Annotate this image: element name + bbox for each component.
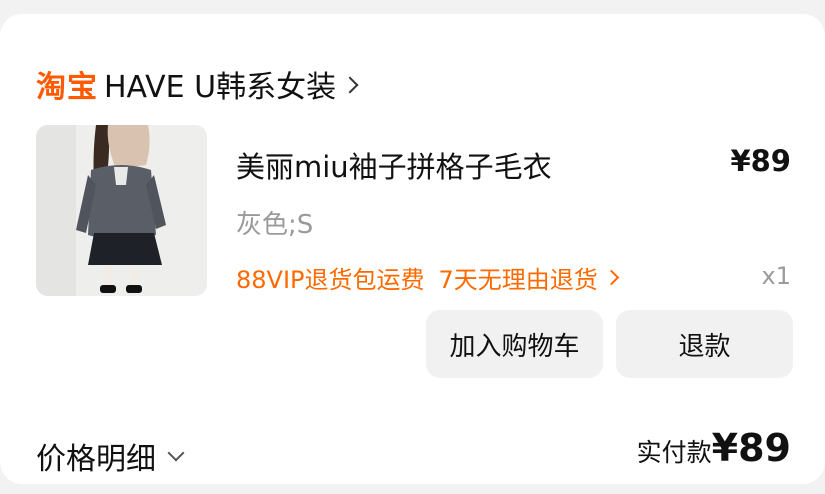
shop-name[interactable]: HAVE U韩系女装 (104, 62, 336, 106)
service-tag-return: 7天无理由退货 (438, 266, 598, 294)
product-price: ¥89 (730, 144, 791, 178)
service-tag-shipping: 88VIP退货包运费 (236, 266, 425, 294)
price-detail-label: 价格明细 (36, 442, 156, 477)
product-spec: 灰色;S (236, 210, 314, 240)
service-tags[interactable]: 88VIP退货包运费 7天无理由退货 (236, 260, 620, 295)
taobao-logo: 淘宝 (36, 70, 98, 105)
chevron-right-icon (341, 76, 359, 94)
product-photo-illustration (36, 125, 207, 296)
refund-button[interactable]: 退款 (616, 310, 793, 378)
paid-value: ¥89 (711, 426, 791, 470)
price-detail-toggle[interactable]: 价格明细 (36, 434, 185, 478)
quantity: x1 (761, 262, 791, 290)
paid-label: 实付款 (636, 438, 712, 467)
order-card: 淘宝 HAVE U韩系女装 美丽miu袖子拼格子毛衣 ¥89 灰色;S 88VI… (0, 14, 825, 484)
chevron-right-icon (603, 269, 620, 286)
shop-header[interactable]: 淘宝 HAVE U韩系女装 (36, 62, 359, 106)
product-title[interactable]: 美丽miu袖子拼格子毛衣 (236, 144, 552, 186)
add-to-cart-button[interactable]: 加入购物车 (426, 310, 603, 378)
paid-amount: 实付款 ¥89 (637, 426, 791, 470)
product-thumbnail[interactable] (36, 125, 207, 296)
chevron-down-icon (167, 444, 185, 462)
